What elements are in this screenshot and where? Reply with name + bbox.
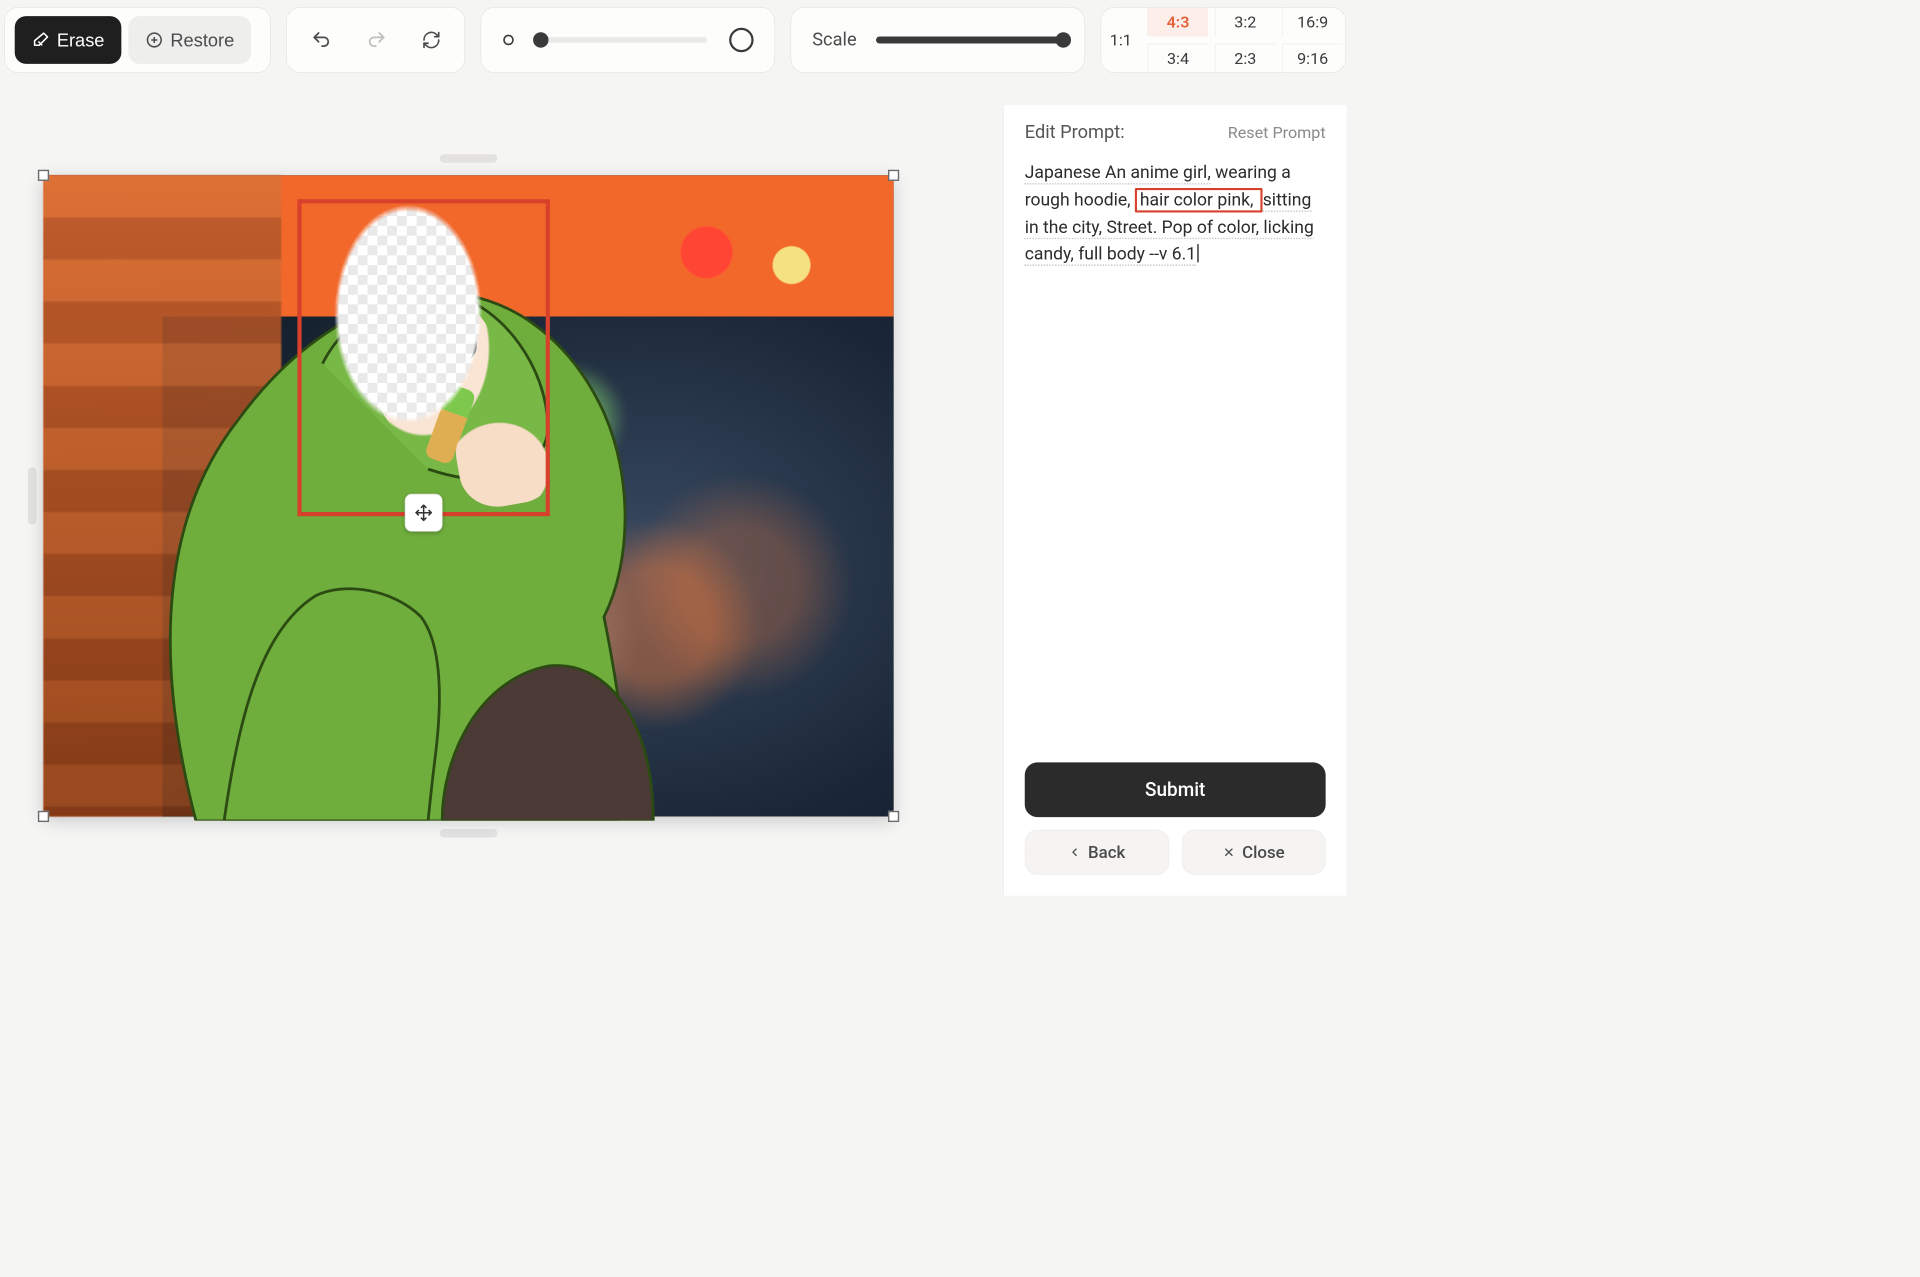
- toolbar: Erase Restore: [4, 7, 1346, 73]
- aspect-1-1[interactable]: 1:1: [1101, 8, 1140, 73]
- chevron-left-icon: [1068, 846, 1081, 859]
- image-canvas[interactable]: [43, 175, 893, 816]
- back-button[interactable]: Back: [1025, 830, 1169, 875]
- erase-restore-group: Erase Restore: [4, 7, 271, 73]
- plus-circle-icon: [145, 31, 163, 49]
- crop-gutter-left[interactable]: [28, 467, 36, 525]
- erase-button[interactable]: Erase: [15, 16, 122, 64]
- move-handle[interactable]: [405, 494, 443, 532]
- erase-mask: [289, 196, 527, 491]
- prompt-highlight: hair color pink,: [1135, 188, 1263, 213]
- erase-label: Erase: [57, 29, 105, 51]
- prompt-seg-1: Japanese An anime girl,: [1025, 163, 1211, 185]
- close-button[interactable]: Close: [1182, 830, 1326, 875]
- crop-corner-tl[interactable]: [38, 170, 49, 181]
- edit-prompt-title: Edit Prompt:: [1025, 122, 1125, 143]
- crop-corner-br[interactable]: [888, 811, 899, 822]
- eraser-icon: [32, 31, 50, 49]
- brush-size-slider[interactable]: [537, 37, 707, 43]
- prompt-textarea[interactable]: Japanese An anime girl, wearing a rough …: [1025, 160, 1326, 269]
- aspect-16-9[interactable]: 16:9: [1282, 8, 1342, 37]
- right-rail: Edit Prompt: Reset Prompt Japanese An an…: [1003, 105, 1347, 895]
- submit-label: Submit: [1145, 779, 1205, 801]
- scale-thumb[interactable]: [1056, 32, 1071, 47]
- brush-size-thumb[interactable]: [533, 32, 548, 47]
- crop-corner-tr[interactable]: [888, 170, 899, 181]
- aspect-3-4[interactable]: 3:4: [1147, 43, 1207, 72]
- restore-button[interactable]: Restore: [128, 16, 251, 64]
- crop-corner-bl[interactable]: [38, 811, 49, 822]
- rail-header: Edit Prompt: Reset Prompt: [1025, 122, 1326, 143]
- brush-small-icon: [501, 32, 516, 47]
- brush-size-group: [480, 7, 775, 73]
- aspect-ratio-group: 1:1 4:3 3:2 16:9 3:4 2:3 9:16: [1100, 7, 1345, 73]
- submit-button[interactable]: Submit: [1025, 762, 1326, 817]
- crop-gutter-top[interactable]: [440, 154, 498, 162]
- close-label: Close: [1242, 842, 1285, 862]
- reset-prompt-button[interactable]: Reset Prompt: [1228, 123, 1326, 142]
- crop-gutter-bottom[interactable]: [440, 829, 498, 837]
- aspect-3-2[interactable]: 3:2: [1215, 8, 1275, 37]
- move-icon: [415, 504, 433, 522]
- history-group: [286, 7, 465, 73]
- scale-group: Scale: [790, 7, 1085, 73]
- refresh-icon: [421, 30, 441, 50]
- close-icon: [1222, 846, 1235, 859]
- aspect-4-3[interactable]: 4:3: [1147, 8, 1207, 37]
- scale-label: Scale: [812, 29, 856, 50]
- canvas-wrap: [43, 175, 893, 816]
- redo-icon: [366, 29, 387, 50]
- brush-large-icon: [728, 27, 755, 54]
- reset-history-button[interactable]: [414, 19, 448, 61]
- aspect-9-16[interactable]: 9:16: [1282, 43, 1342, 72]
- back-label: Back: [1088, 842, 1125, 862]
- rail-actions: Submit Back Close: [1025, 762, 1326, 874]
- aspect-2-3[interactable]: 2:3: [1215, 43, 1275, 72]
- text-caret: [1198, 244, 1199, 262]
- scale-slider[interactable]: [876, 36, 1063, 43]
- undo-button[interactable]: [303, 19, 338, 61]
- redo-button[interactable]: [359, 19, 394, 61]
- restore-label: Restore: [170, 29, 234, 51]
- undo-icon: [310, 29, 331, 50]
